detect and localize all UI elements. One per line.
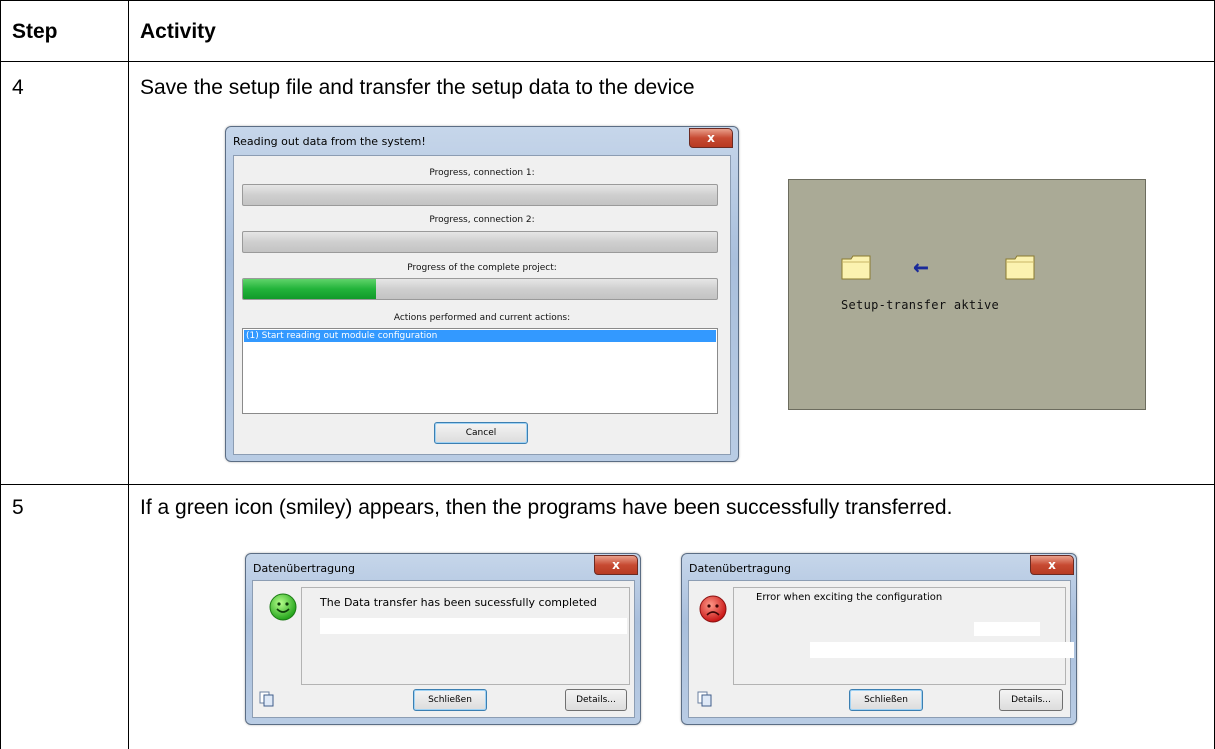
source-folder-icon: [841, 255, 871, 280]
success-message-panel: The Data transfer has been sucessfully c…: [301, 587, 630, 685]
copy-icon[interactable]: [259, 691, 275, 707]
red-smiley-icon: [699, 595, 727, 623]
error-message: Error when exciting the configuration: [756, 592, 943, 603]
copy-icon[interactable]: [697, 691, 713, 707]
label-actions: Actions performed and current actions:: [393, 313, 571, 323]
actions-list[interactable]: (1) Start reading out module configurati…: [242, 328, 718, 414]
error-dialog-title: Datenübertragung: [689, 562, 791, 575]
label-complete-project: Progress of the complete project:: [407, 263, 557, 273]
table-row-divider: [0, 484, 1215, 485]
header-step: Step: [12, 20, 58, 43]
success-close-button[interactable]: Schließen: [413, 689, 487, 711]
progress-fill-project: [243, 279, 376, 299]
device-status-text: Setup-transfer aktive: [841, 298, 1000, 312]
table-border-top: [0, 0, 1215, 1]
success-dialog-close-icon[interactable]: x: [594, 555, 638, 575]
label-connection-2: Progress, connection 2:: [429, 215, 535, 225]
action-item-current[interactable]: (1) Start reading out module configurati…: [244, 330, 716, 342]
error-close-button[interactable]: Schließen: [849, 689, 923, 711]
row4-step: 4: [12, 76, 24, 99]
success-dialog-client: The Data transfer has been sucessfully c…: [252, 580, 635, 718]
label-connection-1: Progress, connection 1:: [429, 168, 535, 178]
progress-window: Reading out data from the system! x Prog…: [225, 126, 739, 462]
error-details-button[interactable]: Details...: [999, 689, 1063, 711]
progress-bar-project: [242, 278, 718, 300]
transfer-arrow-icon: ←: [913, 252, 929, 282]
table-header-divider: [0, 61, 1215, 62]
progress-window-client: Progress, connection 1: Progress, connec…: [233, 155, 731, 455]
cancel-button[interactable]: Cancel: [434, 422, 528, 444]
table-column-divider: [128, 0, 129, 749]
row5-activity: If a green icon (smiley) appears, then t…: [140, 496, 953, 519]
target-folder-icon: [1005, 255, 1035, 280]
error-message-field-1: [974, 622, 1040, 636]
error-dialog-client: Error when exciting the configuration Sc…: [688, 580, 1074, 718]
success-message: The Data transfer has been sucessfully c…: [320, 596, 597, 609]
error-dialog-close-icon[interactable]: x: [1030, 555, 1074, 575]
progress-bar-connection-2: [242, 231, 718, 253]
success-dialog-title: Datenübertragung: [253, 562, 355, 575]
progress-bar-connection-1: [242, 184, 718, 206]
header-activity: Activity: [140, 20, 216, 43]
device-screen: ← Setup-transfer aktive: [788, 179, 1146, 410]
error-dialog: Datenübertragung x Error when exciting t…: [681, 553, 1077, 725]
success-dialog: Datenübertragung x The Data transfer has…: [245, 553, 641, 725]
green-smiley-icon: [269, 593, 297, 621]
error-message-field-2: [810, 642, 1074, 658]
success-details-button[interactable]: Details...: [565, 689, 627, 711]
table-border-left: [0, 0, 1, 749]
success-message-field: [320, 618, 627, 634]
row4-activity: Save the setup file and transfer the set…: [140, 76, 695, 99]
row5-step: 5: [12, 496, 24, 519]
progress-window-title: Reading out data from the system!: [233, 135, 426, 148]
error-message-panel: Error when exciting the configuration: [733, 587, 1074, 685]
progress-window-close-button[interactable]: x: [689, 128, 733, 148]
